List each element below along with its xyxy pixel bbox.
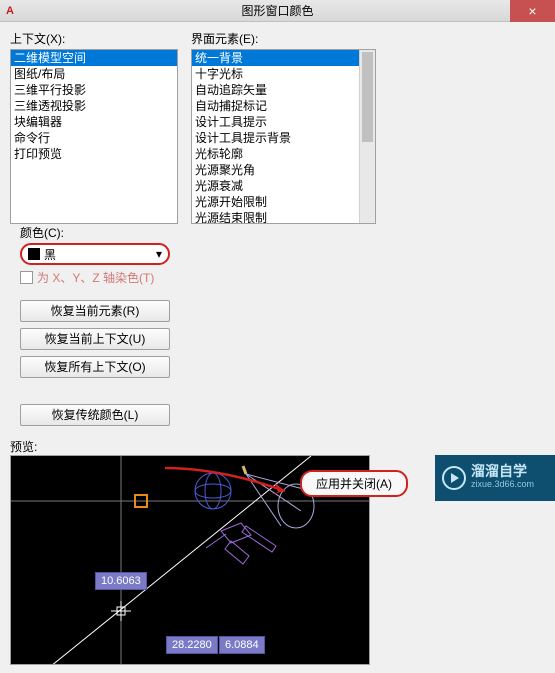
- element-item[interactable]: 设计工具提示背景: [192, 130, 375, 146]
- context-item[interactable]: 打印预览: [11, 146, 177, 162]
- close-button[interactable]: ×: [510, 0, 555, 22]
- element-item[interactable]: 光标轮廓: [192, 146, 375, 162]
- restore-legacy-button[interactable]: 恢复传统颜色(L): [20, 404, 170, 426]
- context-listbox[interactable]: 二维模型空间图纸/布局三维平行投影三维透视投影块编辑器命令行打印预览: [10, 49, 178, 224]
- context-item[interactable]: 块编辑器: [11, 114, 177, 130]
- restore-element-button[interactable]: 恢复当前元素(R): [20, 300, 170, 322]
- element-item[interactable]: 光源衰减: [192, 178, 375, 194]
- brand-badge: 溜溜自学 zixue.3d66.com: [435, 455, 555, 501]
- element-item[interactable]: 自动追踪矢量: [192, 82, 375, 98]
- color-value: 黑: [44, 246, 56, 263]
- axis-tint-checkbox[interactable]: 为 X、Y、Z 轴染色(T): [20, 269, 170, 286]
- brand-name: 溜溜自学: [471, 465, 534, 478]
- brand-url: zixue.3d66.com: [471, 478, 534, 491]
- element-item[interactable]: 设计工具提示: [192, 114, 375, 130]
- element-item[interactable]: 自动捕捉标记: [192, 98, 375, 114]
- context-item[interactable]: 三维透视投影: [11, 98, 177, 114]
- element-item[interactable]: 光源聚光角: [192, 162, 375, 178]
- preview-tooltip-y: 10.6063: [95, 572, 147, 590]
- element-item[interactable]: 光源开始限制: [192, 194, 375, 210]
- context-item[interactable]: 三维平行投影: [11, 82, 177, 98]
- elements-listbox[interactable]: 统一背景十字光标自动追踪矢量自动捕捉标记设计工具提示设计工具提示背景光标轮廓光源…: [191, 49, 376, 224]
- brand-play-icon: [441, 465, 467, 491]
- context-item[interactable]: 二维模型空间: [11, 50, 177, 66]
- elements-scrollbar[interactable]: [359, 50, 375, 223]
- color-swatch: [28, 248, 40, 260]
- element-item[interactable]: 十字光标: [192, 66, 375, 82]
- preview-tooltip-x1: 28.2280: [166, 636, 218, 654]
- context-item[interactable]: 命令行: [11, 130, 177, 146]
- color-dropdown[interactable]: 黑 ▾: [20, 243, 170, 265]
- preview-tooltip-x2: 6.0884: [219, 636, 265, 654]
- chevron-down-icon: ▾: [156, 247, 162, 261]
- annotation-arrow: [160, 463, 300, 503]
- scrollbar-thumb[interactable]: [362, 52, 373, 142]
- color-label: 颜色(C):: [20, 224, 170, 241]
- apply-close-button[interactable]: 应用并关闭(A): [300, 470, 408, 497]
- window-title: 图形窗口颜色: [0, 2, 555, 19]
- context-item[interactable]: 图纸/布局: [11, 66, 177, 82]
- restore-all-button[interactable]: 恢复所有上下文(O): [20, 356, 170, 378]
- element-item[interactable]: 统一背景: [192, 50, 375, 66]
- elements-label: 界面元素(E):: [191, 30, 386, 47]
- context-label: 上下文(X):: [10, 30, 185, 47]
- checkbox-icon: [20, 271, 33, 284]
- preview-label: 预览:: [10, 438, 545, 455]
- element-item[interactable]: 光源结束限制: [192, 210, 375, 224]
- restore-context-button[interactable]: 恢复当前上下文(U): [20, 328, 170, 350]
